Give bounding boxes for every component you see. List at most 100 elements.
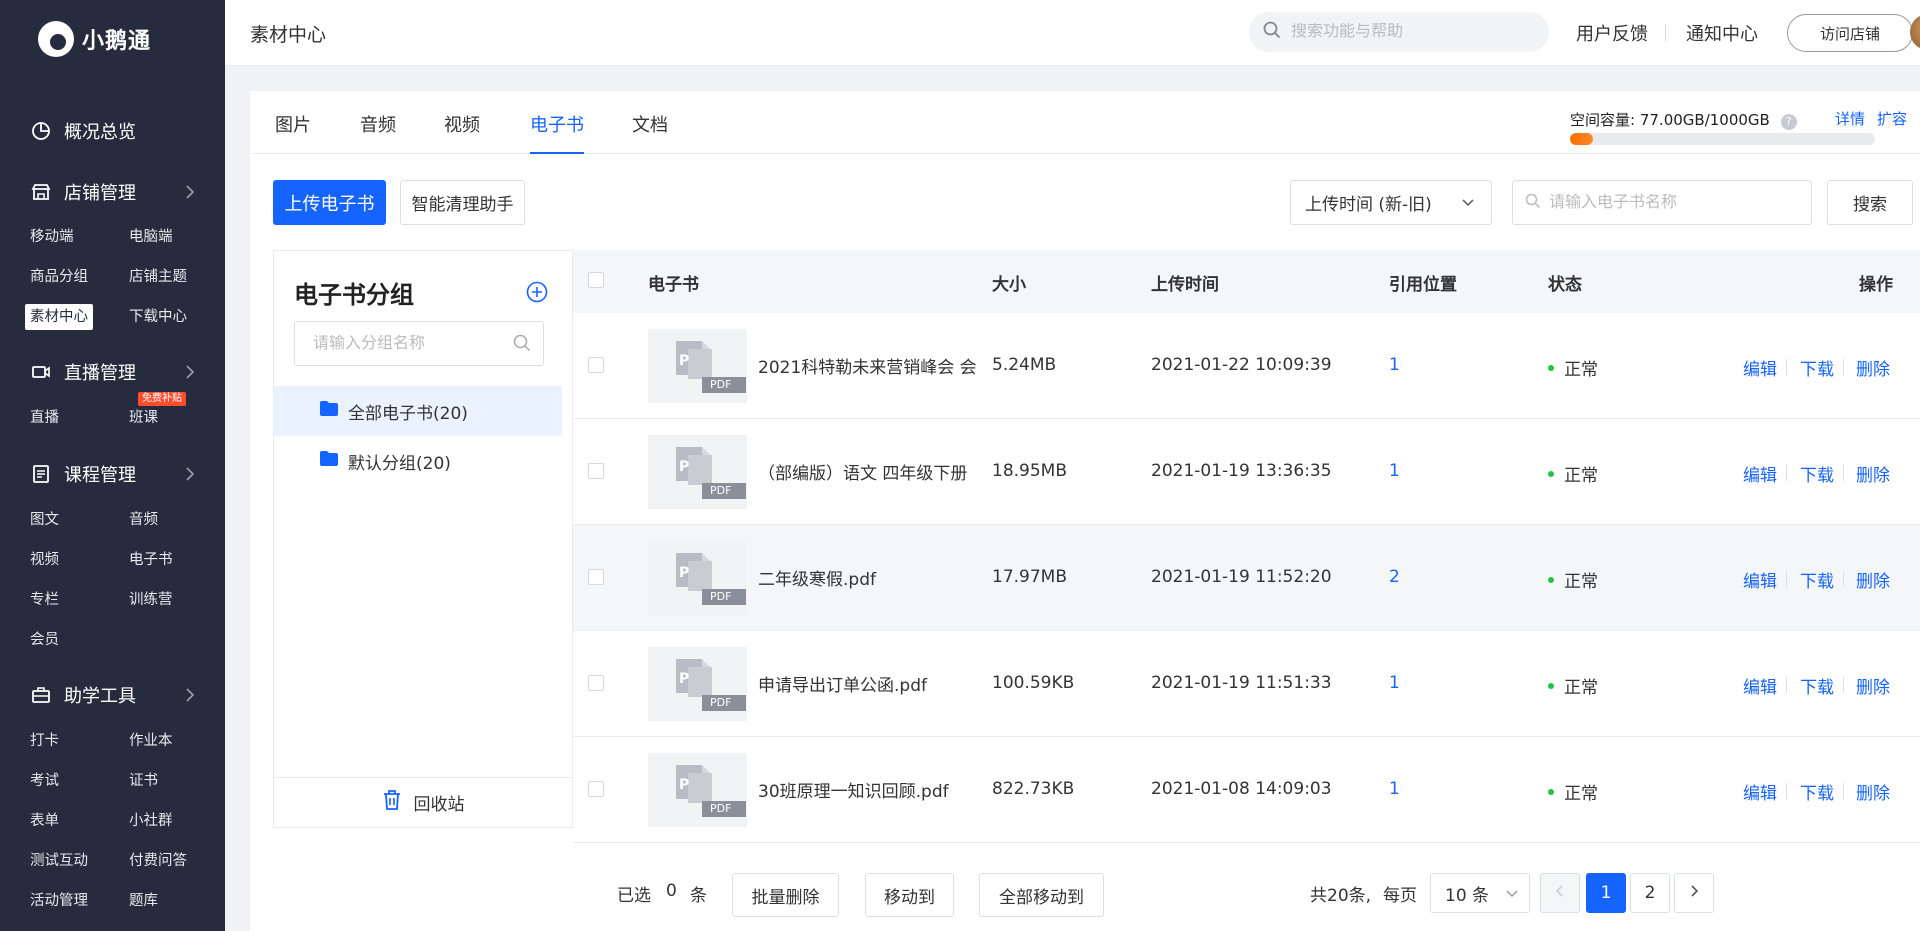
tab-ebook[interactable]: 电子书 xyxy=(530,111,584,154)
sidebar-item-audio[interactable]: 音频 xyxy=(129,507,158,533)
batch-delete-button[interactable]: 批量删除 xyxy=(732,873,839,917)
page-1-button[interactable]: 1 xyxy=(1586,873,1626,913)
table-row[interactable]: P PDF 30班原理一知识回顾.pdf 822.73KB 2021-01-08 14:… xyxy=(573,737,1920,843)
sidebar-item-class[interactable]: 班课 xyxy=(129,405,158,431)
tab-audio[interactable]: 音频 xyxy=(360,111,396,154)
tab-images[interactable]: 图片 xyxy=(275,111,311,154)
sidebar-item-quiz[interactable]: 测试互动 xyxy=(30,848,88,874)
download-link[interactable]: 下载 xyxy=(1800,567,1834,592)
add-group-icon[interactable] xyxy=(526,281,548,307)
help-icon[interactable]: ? xyxy=(1780,114,1797,130)
group-search-field[interactable] xyxy=(294,321,544,366)
download-link[interactable]: 下载 xyxy=(1800,779,1834,804)
delete-link[interactable]: 删除 xyxy=(1856,567,1890,592)
ebook-ref-count[interactable]: 1 xyxy=(1389,673,1400,693)
nav-tools[interactable]: 助学工具 xyxy=(0,675,225,715)
sidebar-item-video[interactable]: 视频 xyxy=(30,547,59,573)
download-link[interactable]: 下载 xyxy=(1800,461,1834,486)
sidebar-item-community[interactable]: 小社群 xyxy=(129,808,173,834)
ebook-name[interactable]: （部编版）语文 四年级下册 xyxy=(758,459,983,484)
move-all-button[interactable]: 全部移动到 xyxy=(979,873,1104,917)
delete-link[interactable]: 删除 xyxy=(1856,461,1890,486)
sort-select[interactable]: 上传时间 (新-旧) xyxy=(1290,180,1492,225)
ebook-name[interactable]: 2021科特勒未来营销峰会 会 xyxy=(758,353,983,378)
nav-store[interactable]: 店铺管理 xyxy=(0,172,225,212)
sidebar-item-graphic[interactable]: 图文 xyxy=(30,507,59,533)
sidebar-item-column[interactable]: 专栏 xyxy=(30,587,59,613)
sidebar-item-activity[interactable]: 活动管理 xyxy=(30,888,88,914)
delete-link[interactable]: 删除 xyxy=(1856,355,1890,380)
sidebar-item-ebook[interactable]: 电子书 xyxy=(129,547,173,573)
ebook-name[interactable]: 30班原理一知识回顾.pdf xyxy=(758,777,983,802)
user-feedback-link[interactable]: 用户反馈 xyxy=(1576,20,1648,46)
download-link[interactable]: 下载 xyxy=(1800,673,1834,698)
visit-store-button[interactable]: 访问店铺 xyxy=(1787,14,1913,52)
edit-link[interactable]: 编辑 xyxy=(1743,461,1777,486)
table-row[interactable]: P PDF （部编版）语文 四年级下册 18.95MB 2021-01-19 13:36… xyxy=(573,419,1920,525)
delete-link[interactable]: 删除 xyxy=(1856,673,1890,698)
capacity-detail-link[interactable]: 详情 xyxy=(1835,108,1865,129)
move-to-button[interactable]: 移动到 xyxy=(865,873,954,917)
sidebar-item-store-theme[interactable]: 店铺主题 xyxy=(129,264,187,290)
ebook-ref-count[interactable]: 2 xyxy=(1389,567,1400,587)
row-checkbox[interactable] xyxy=(588,781,604,797)
recycle-bin-button[interactable]: 回收站 xyxy=(274,777,572,827)
table-row[interactable]: P PDF 申请导出订单公函.pdf 100.59KB 2021-01-19 11:51… xyxy=(573,631,1920,737)
row-checkbox[interactable] xyxy=(588,357,604,373)
row-checkbox[interactable] xyxy=(588,569,604,585)
row-checkbox[interactable] xyxy=(588,463,604,479)
sidebar-item-live[interactable]: 直播 xyxy=(30,405,59,431)
tab-video[interactable]: 视频 xyxy=(444,111,480,154)
ebook-ref-count[interactable]: 1 xyxy=(1389,355,1400,375)
search-button[interactable]: 搜索 xyxy=(1827,180,1913,225)
sidebar-item-homework[interactable]: 作业本 xyxy=(129,728,173,754)
table-row[interactable]: P PDF 2021科特勒未来营销峰会 会 5.24MB 2021-01-22 10:0… xyxy=(573,313,1920,419)
sidebar-item-camp[interactable]: 训练营 xyxy=(129,587,173,613)
nav-course[interactable]: 课程管理 xyxy=(0,454,225,494)
user-avatar[interactable] xyxy=(1910,14,1920,50)
sidebar-item-question-bank[interactable]: 题库 xyxy=(129,888,158,914)
sidebar-item-product-group[interactable]: 商品分组 xyxy=(30,264,88,290)
global-search[interactable] xyxy=(1249,12,1549,52)
table-row[interactable]: P PDF 二年级寒假.pdf 17.97MB 2021-01-19 11:52:20 2… xyxy=(573,525,1920,631)
ebook-search-field[interactable] xyxy=(1512,180,1812,225)
ebook-name[interactable]: 二年级寒假.pdf xyxy=(758,565,983,590)
delete-link[interactable]: 删除 xyxy=(1856,779,1890,804)
sidebar-item-member[interactable]: 会员 xyxy=(30,627,59,653)
download-link[interactable]: 下载 xyxy=(1800,355,1834,380)
page-size-select[interactable]: 10 条 xyxy=(1430,873,1530,913)
page-2-button[interactable]: 2 xyxy=(1630,873,1670,913)
edit-link[interactable]: 编辑 xyxy=(1743,567,1777,592)
capacity-expand-link[interactable]: 扩容 xyxy=(1877,108,1907,129)
smart-clean-button[interactable]: 智能清理助手 xyxy=(400,180,525,225)
group-item-all[interactable]: 全部电子书(20) xyxy=(274,386,562,436)
select-all-checkbox[interactable] xyxy=(588,272,604,288)
ebook-ref-count[interactable]: 1 xyxy=(1389,461,1400,481)
edit-link[interactable]: 编辑 xyxy=(1743,779,1777,804)
row-checkbox[interactable] xyxy=(588,675,604,691)
sidebar-item-exam[interactable]: 考试 xyxy=(30,768,59,794)
ebook-name[interactable]: 申请导出订单公函.pdf xyxy=(758,671,983,696)
sidebar-item-form[interactable]: 表单 xyxy=(30,808,59,834)
upload-ebook-button[interactable]: 上传电子书 xyxy=(273,180,386,225)
edit-link[interactable]: 编辑 xyxy=(1743,673,1777,698)
brand-logo[interactable]: 小鹅通 xyxy=(0,0,225,78)
nav-overview[interactable]: 概况总览 xyxy=(0,111,225,151)
tab-docs[interactable]: 文档 xyxy=(632,111,668,154)
group-search-input[interactable] xyxy=(313,334,508,353)
global-search-input[interactable] xyxy=(1291,23,1531,41)
edit-link[interactable]: 编辑 xyxy=(1743,355,1777,380)
prev-page-button[interactable] xyxy=(1540,873,1580,913)
next-page-button[interactable] xyxy=(1674,873,1714,913)
sidebar-item-paid-qa[interactable]: 付费问答 xyxy=(129,848,187,874)
sidebar-item-material-center[interactable]: 素材中心 xyxy=(25,304,93,330)
ebook-search-input[interactable] xyxy=(1549,193,1799,212)
notification-center-link[interactable]: 通知中心 xyxy=(1686,20,1758,46)
sidebar-item-certificate[interactable]: 证书 xyxy=(129,768,158,794)
sidebar-item-mobile[interactable]: 移动端 xyxy=(30,224,74,250)
ebook-ref-count[interactable]: 1 xyxy=(1389,779,1400,799)
sidebar-item-desktop[interactable]: 电脑端 xyxy=(129,224,173,250)
sidebar-item-download-center[interactable]: 下载中心 xyxy=(129,304,187,330)
nav-live[interactable]: 直播管理 xyxy=(0,352,225,392)
group-item-default[interactable]: 默认分组(20) xyxy=(274,436,562,486)
